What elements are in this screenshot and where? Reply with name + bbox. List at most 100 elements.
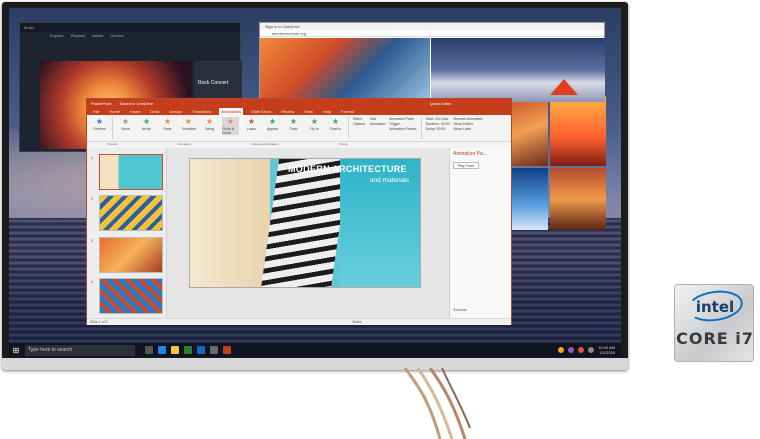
effect-twist[interactable]: ★ Twist xyxy=(285,117,302,131)
effect-turntable[interactable]: ★ Turntable xyxy=(180,117,197,131)
advanced-animation-group: Effect Options Add Animation Animation P… xyxy=(353,117,417,132)
preview-button[interactable]: ★ Preview xyxy=(91,117,108,131)
slide-editor: MODERN ARCHITECTURE and materials xyxy=(169,148,447,318)
star-icon: ★ xyxy=(247,117,256,126)
all-in-one-monitor: Sign in to OneDrive architecturesite.org… xyxy=(2,2,628,370)
powerpoint-icon[interactable] xyxy=(223,346,231,354)
clock[interactable]: 10:30 AM 1/1/2020 xyxy=(598,345,615,355)
ribbon-tabs: File Home Insert Draw Design Transitions… xyxy=(87,107,511,115)
animations-ribbon: ★ Preview ★ None ★ Arrive ★ Fade ★ Turntable … xyxy=(87,115,511,142)
store-icon[interactable] xyxy=(184,346,192,354)
address-bar[interactable]: architecturesite.org xyxy=(260,30,604,37)
add-animation-button[interactable]: Add Animation xyxy=(370,117,386,132)
slide-subtitle[interactable]: and materials xyxy=(370,177,409,184)
tray-icon[interactable] xyxy=(568,347,575,353)
star-icon: ★ xyxy=(163,117,172,126)
notes-button[interactable]: Notes xyxy=(353,320,362,324)
star-icon: ★ xyxy=(121,117,130,126)
preview-icon: ★ xyxy=(95,117,104,126)
browser-tab[interactable]: Sign in to OneDrive xyxy=(260,23,604,30)
media-title: Music xyxy=(20,23,240,32)
search-placeholder: Type here to search xyxy=(28,347,73,353)
app-title: PowerPoint xyxy=(91,100,112,106)
windows-start-icon[interactable]: ⊞ xyxy=(9,343,23,357)
media-tab[interactable]: Playlists xyxy=(71,32,86,40)
photos-icon[interactable] xyxy=(210,346,218,354)
desktop-screen: Sign in to OneDrive architecturesite.org… xyxy=(9,8,621,357)
media-tab[interactable]: Artists xyxy=(92,32,103,40)
effect-lasso[interactable]: ★ Lasso xyxy=(243,117,260,131)
intel-brand: intel xyxy=(695,298,735,316)
star-icon: ★ xyxy=(289,117,298,126)
effect-circle-curve[interactable]: ★ Circle & Curve xyxy=(222,117,239,135)
user-name[interactable]: Quinn Dabe xyxy=(430,101,451,106)
animation-pane-title: Animation Pa... xyxy=(453,151,487,157)
effect-arrive[interactable]: ★ Arrive xyxy=(138,117,155,131)
monitor-stand xyxy=(403,368,471,439)
effect-float-in[interactable]: ★ Float In xyxy=(327,117,344,131)
tab-draw[interactable]: Draw xyxy=(148,108,161,115)
photo-tile[interactable] xyxy=(550,96,606,166)
effect-fade[interactable]: ★ Fade xyxy=(159,117,176,131)
wifi-icon[interactable] xyxy=(588,347,595,353)
animation-painter-button[interactable]: Animation Painter xyxy=(389,127,417,132)
tray-icon[interactable] xyxy=(558,347,565,353)
star-icon: ★ xyxy=(331,117,340,126)
status-bar: Slide 1 of 5 Notes xyxy=(87,318,511,325)
effect-options-button[interactable]: Effect Options xyxy=(353,117,367,132)
media-tab[interactable]: Explore xyxy=(50,32,64,40)
slide-thumbnails: 1 2 3 4 xyxy=(87,148,167,318)
slide-thumbnail[interactable]: 3 xyxy=(91,237,163,273)
powerpoint-window[interactable]: PowerPoint Saved to OneDrive Quinn Dabe … xyxy=(86,98,512,325)
current-slide[interactable]: MODERN ARCHITECTURE and materials xyxy=(189,158,421,288)
slide-thumbnail[interactable]: 1 xyxy=(91,154,163,190)
reorder-group: Reorder Animation Move Earlier Move Late… xyxy=(454,117,483,132)
slide-thumbnail[interactable]: 4 xyxy=(91,278,163,314)
tab-view[interactable]: View xyxy=(302,108,315,115)
tab-transitions[interactable]: Transitions xyxy=(190,108,213,115)
effect-appear[interactable]: ★ Appear xyxy=(264,117,281,131)
slide-thumbnail[interactable]: 2 xyxy=(91,195,163,231)
effect-fly-in[interactable]: ★ Fly In xyxy=(306,117,323,131)
slide-title[interactable]: MODERN ARCHITECTURE xyxy=(288,164,407,174)
tab-format[interactable]: Format xyxy=(339,108,356,115)
photo-tile[interactable] xyxy=(550,168,606,230)
tab-insert[interactable]: Insert xyxy=(128,108,142,115)
tab-home[interactable]: Home xyxy=(107,108,122,115)
effect-none[interactable]: ★ None xyxy=(117,117,134,131)
tab-slide-show[interactable]: Slide Show xyxy=(249,108,273,115)
task-view-icon[interactable] xyxy=(145,346,153,354)
taskbar-apps xyxy=(145,346,231,354)
ppt-titlebar: PowerPoint Saved to OneDrive Quinn Dabe xyxy=(87,99,511,107)
move-later-button[interactable]: Move Later xyxy=(454,127,483,132)
edge-icon[interactable] xyxy=(158,346,166,354)
tab-help[interactable]: Help xyxy=(321,108,333,115)
animation-pane: Animation Pa... Play From Seconds xyxy=(449,148,511,318)
mountain-photo xyxy=(431,38,605,102)
tab-file[interactable]: File xyxy=(91,108,101,115)
media-tabs: Explore Playlists Artists Genres xyxy=(20,32,240,40)
play-from-button[interactable]: Play From xyxy=(453,162,479,169)
star-icon: ★ xyxy=(205,117,214,126)
tab-review[interactable]: Review xyxy=(279,108,296,115)
effect-swing[interactable]: ★ Swing xyxy=(201,117,218,131)
seconds-label: Seconds xyxy=(453,308,467,312)
browser-window[interactable]: Sign in to OneDrive architecturesite.org xyxy=(259,22,605,102)
product-stage: Sign in to OneDrive architecturesite.org… xyxy=(0,0,760,439)
media-tab[interactable]: Genres xyxy=(110,32,123,40)
star-icon: ★ xyxy=(142,117,151,126)
mail-icon[interactable] xyxy=(197,346,205,354)
file-explorer-icon[interactable] xyxy=(171,346,179,354)
delay-input[interactable]: Delay: 00.00 xyxy=(426,127,450,132)
taskbar-search[interactable]: Type here to search xyxy=(25,344,135,356)
tab-design[interactable]: Design xyxy=(167,108,183,115)
architecture-photo xyxy=(260,38,430,102)
tray-icon[interactable] xyxy=(578,347,585,353)
tab-animations[interactable]: Animations xyxy=(219,108,244,115)
save-status: Saved to OneDrive xyxy=(119,100,154,106)
building-image xyxy=(260,159,350,287)
ribbon-group-labels: Preview Animation Advanced Animation Tim… xyxy=(87,142,511,147)
system-tray: 10:30 AM 1/1/2020 xyxy=(558,345,621,355)
star-icon: ★ xyxy=(226,117,235,126)
url-text: architecturesite.org xyxy=(272,30,307,36)
